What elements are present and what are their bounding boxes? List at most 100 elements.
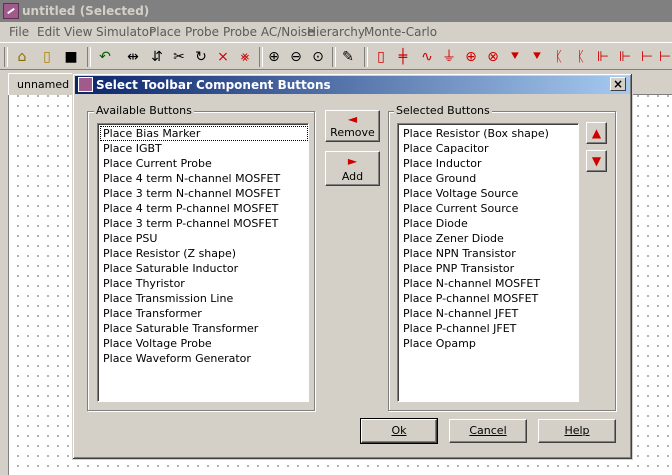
capacitor-icon[interactable]: ╪ — [394, 48, 412, 66]
list-item[interactable]: Place Transmission Line — [100, 291, 308, 306]
delete-all-icon[interactable]: ⨳ — [236, 48, 254, 66]
list-item[interactable]: Place Capacitor — [400, 141, 578, 156]
list-item[interactable]: Place 4 term N-channel MOSFET — [100, 171, 308, 186]
list-item[interactable]: Place Transformer — [100, 306, 308, 321]
list-item[interactable]: Place Inductor — [400, 156, 578, 171]
zoom-in-icon[interactable]: ⊙ — [309, 48, 327, 66]
list-item[interactable]: Place 3 term N-channel MOSFET — [100, 186, 308, 201]
menu-place[interactable]: Place — [149, 25, 181, 39]
move-down-button[interactable]: ▼ — [586, 150, 607, 172]
toolbar-separator — [332, 47, 336, 67]
undo-icon[interactable]: ↶ — [96, 48, 114, 66]
menu-simulator[interactable]: Simulator — [96, 25, 154, 39]
menu-bar: File Edit View Simulator Place Probe Pro… — [0, 22, 672, 42]
menu-hierarchy[interactable]: Hierarchy — [307, 25, 365, 39]
help-button[interactable]: Help — [538, 419, 616, 443]
current-source-icon[interactable]: ⊗ — [484, 48, 502, 66]
list-item[interactable]: Place Resistor (Box shape) — [400, 126, 578, 141]
list-item[interactable]: Place P-channel MOSFET — [400, 291, 578, 306]
add-button-label: Add — [341, 170, 364, 183]
toolbar-separator — [259, 47, 263, 67]
toolbar-separator — [364, 47, 368, 67]
dialog-app-icon — [78, 77, 93, 92]
cancel-button[interactable]: Cancel — [449, 419, 527, 443]
list-item[interactable]: Place Current Probe — [100, 156, 308, 171]
add-button[interactable]: ► Add — [325, 151, 380, 186]
menu-file[interactable]: File — [9, 25, 29, 39]
help-button-label: Help — [564, 424, 590, 437]
redo-icon[interactable]: ↻ — [192, 48, 210, 66]
mirror-icon[interactable]: ⇵ — [148, 48, 166, 66]
zoom-out-icon[interactable]: ⊖ — [287, 48, 305, 66]
list-item[interactable]: Place P-channel JFET — [400, 321, 578, 336]
window-title-bar: untitled (Selected) — [0, 0, 672, 22]
zener-icon[interactable]: ⯆ — [528, 48, 546, 66]
list-item[interactable]: Place Ground — [400, 171, 578, 186]
arrow-left-icon: ◄ — [347, 112, 358, 126]
inductor-icon[interactable]: ∿ — [418, 48, 436, 66]
toolbar-separator — [4, 47, 8, 67]
list-item[interactable]: Place Current Source — [400, 201, 578, 216]
save-icon[interactable]: ■ — [62, 48, 80, 66]
pjfet-icon[interactable]: ⊢ — [656, 48, 672, 66]
list-item[interactable]: Place Saturable Inductor — [100, 261, 308, 276]
menu-probe-ac-noise[interactable]: Probe AC/Noise — [223, 25, 315, 39]
move-up-button[interactable]: ▲ — [586, 122, 607, 144]
list-item[interactable]: Place 3 term P-channel MOSFET — [100, 216, 308, 231]
menu-view[interactable]: View — [64, 25, 92, 39]
delete-icon[interactable]: ⨯ — [214, 48, 232, 66]
list-item[interactable]: Place Voltage Source — [400, 186, 578, 201]
list-item[interactable]: Place Opamp — [400, 336, 578, 351]
diode-icon[interactable]: ⯆ — [506, 48, 524, 66]
pencil-icon[interactable]: ✎ — [339, 48, 357, 66]
list-item[interactable]: Place N-channel JFET — [400, 306, 578, 321]
list-item[interactable]: Place Waveform Generator — [100, 351, 308, 366]
list-item[interactable]: Place Diode — [400, 216, 578, 231]
list-item[interactable]: Place Bias Marker — [100, 126, 308, 141]
flip-icon[interactable]: ⇹ — [124, 48, 142, 66]
njfet-icon[interactable]: ⊢ — [638, 48, 656, 66]
voltage-source-icon[interactable]: ⊕ — [462, 48, 480, 66]
selected-buttons-label: Selected Buttons — [394, 104, 492, 117]
list-item[interactable]: Place Zener Diode — [400, 231, 578, 246]
app-icon — [3, 3, 19, 19]
ok-button[interactable]: Ok — [360, 418, 438, 444]
list-item[interactable]: Place Thyristor — [100, 276, 308, 291]
dialog-title: Select Toolbar Component Buttons — [96, 78, 331, 92]
toolbar-separator — [87, 47, 91, 67]
list-item[interactable]: Place NPN Transistor — [400, 246, 578, 261]
selected-buttons-list[interactable]: Place Resistor (Box shape) Place Capacit… — [397, 123, 579, 402]
zoom-fit-icon[interactable]: ⊕ — [265, 48, 283, 66]
resistor-icon[interactable]: ▯ — [372, 48, 390, 66]
cancel-button-label: Cancel — [469, 424, 507, 437]
list-item[interactable]: Place 4 term P-channel MOSFET — [100, 201, 308, 216]
pnp-icon[interactable]: ᛕ — [572, 48, 590, 66]
list-item[interactable]: Place Voltage Probe — [100, 336, 308, 351]
ground-icon[interactable]: ⏚ — [440, 48, 458, 66]
list-item[interactable]: Place N-channel MOSFET — [400, 276, 578, 291]
pmos-icon[interactable]: ⊩ — [616, 48, 634, 66]
npn-icon[interactable]: ᛕ — [550, 48, 568, 66]
window-title: untitled (Selected) — [22, 4, 150, 18]
ok-button-label: Ok — [391, 424, 407, 437]
remove-button[interactable]: ◄ Remove — [325, 110, 380, 142]
list-item[interactable]: Place PSU — [100, 231, 308, 246]
new-file-icon[interactable]: ▯ — [38, 48, 56, 66]
open-folder-icon[interactable]: ⌂ — [13, 48, 31, 66]
remove-button-label: Remove — [330, 126, 375, 139]
menu-monte-carlo[interactable]: Monte-Carlo — [364, 25, 437, 39]
list-item[interactable]: Place PNP Transistor — [400, 261, 578, 276]
arrow-right-icon: ► — [347, 154, 358, 168]
menu-probe[interactable]: Probe — [185, 25, 219, 39]
list-item[interactable]: Place IGBT — [100, 141, 308, 156]
cut-icon[interactable]: ✂ — [170, 48, 188, 66]
close-icon[interactable]: × — [610, 77, 626, 91]
available-buttons-list[interactable]: Place Bias Marker Place IGBT Place Curre… — [97, 123, 309, 402]
arrow-down-icon: ▼ — [591, 154, 602, 168]
nmos-icon[interactable]: ⊩ — [594, 48, 612, 66]
list-item[interactable]: Place Resistor (Z shape) — [100, 246, 308, 261]
menu-edit[interactable]: Edit — [37, 25, 60, 39]
dialog-title-bar: Select Toolbar Component Buttons — [75, 76, 630, 94]
tab-unnamed[interactable]: unnamed — [8, 73, 74, 95]
list-item[interactable]: Place Saturable Transformer — [100, 321, 308, 336]
